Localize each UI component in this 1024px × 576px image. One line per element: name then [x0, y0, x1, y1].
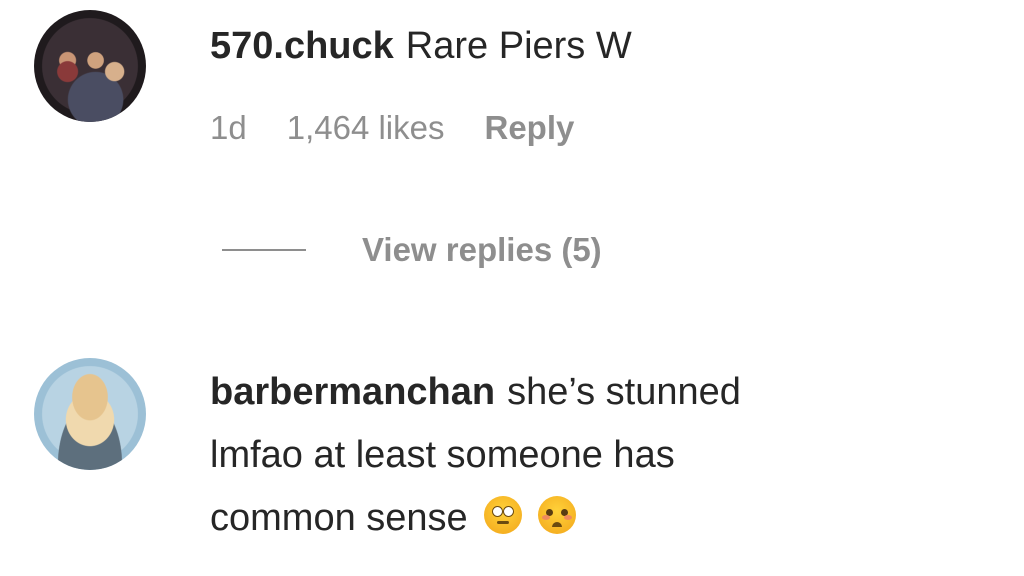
comment-age[interactable]: 1d [210, 109, 247, 146]
comment-item: barbermanchan she’s stunned lmfao at leas… [0, 340, 1024, 576]
view-replies-label: View replies (5) [362, 231, 602, 268]
avatar[interactable] [34, 10, 146, 122]
comment-item: 570.chuck Rare Piers W 1d 1,464 likes Reply [0, 0, 1024, 200]
comment-meta: 1d 1,464 likes Reply [210, 108, 614, 148]
view-replies-button[interactable]: View replies (5) [222, 228, 602, 272]
replies-divider [222, 249, 306, 251]
comment-text: Rare Piers W [405, 25, 632, 67]
comment-text-line1: she’s stunned [507, 371, 741, 413]
comment-username[interactable]: barbermanchan [210, 371, 495, 413]
user-avatar-icon [34, 358, 146, 470]
comment-body-line: barbermanchan she’s stunned [210, 370, 741, 414]
face-with-rolling-eyes-icon [483, 496, 522, 534]
comment-likes[interactable]: 1,464 likes [287, 109, 445, 146]
comment-username[interactable]: 570.chuck [210, 25, 394, 67]
avatar[interactable] [34, 358, 146, 470]
comment-text-line2: lmfao at least someone has [210, 434, 675, 476]
reply-button[interactable]: Reply [484, 109, 574, 146]
pleading-face-icon [537, 496, 576, 534]
comment-body-line: common sense [210, 496, 576, 540]
comment-text-line3: common sense [210, 497, 468, 539]
user-avatar-icon [34, 10, 146, 122]
comment-body: 570.chuck Rare Piers W [210, 24, 632, 68]
